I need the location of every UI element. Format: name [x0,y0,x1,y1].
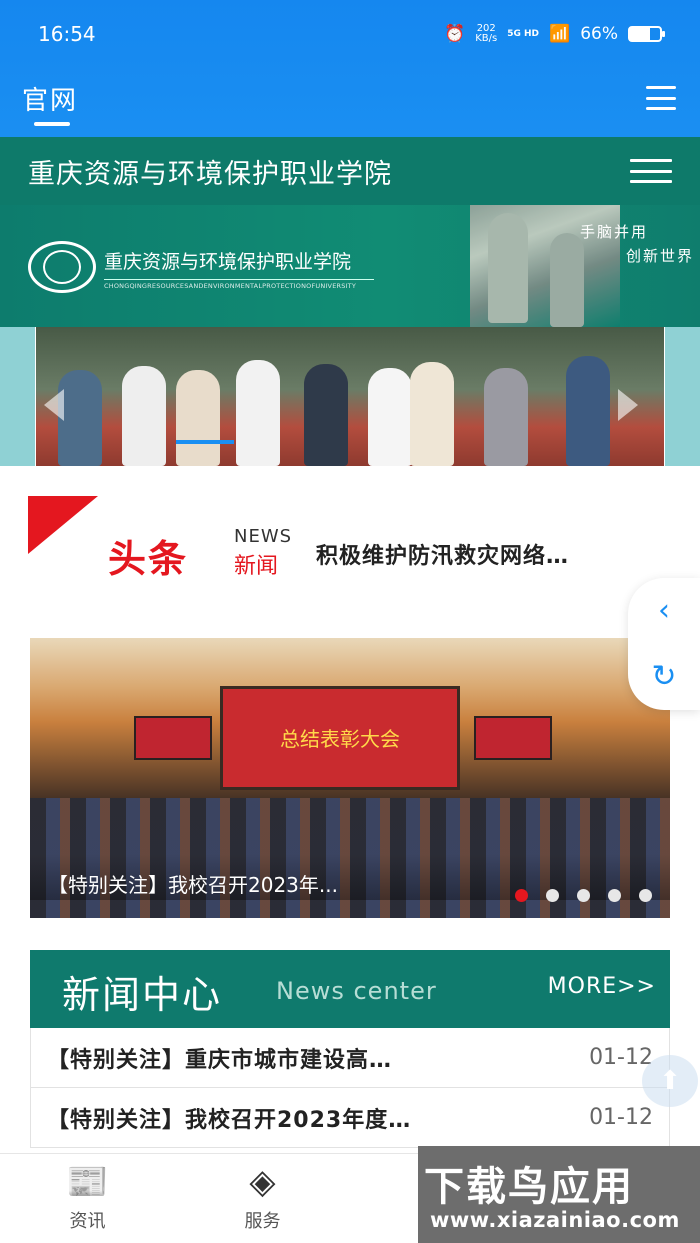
layers-icon: ◈ [249,1161,276,1202]
news-center-title-en: News center [276,977,437,1005]
battery-fill [630,28,650,40]
carousel-dots[interactable] [515,889,652,902]
slogan-line1: 手脑并用 [579,223,648,241]
headline-tag: 头条 [108,537,189,581]
slider-next-icon[interactable] [618,389,638,421]
app-top-bar: 16:54 ⏰ 202 KB/s 5G HD 📶 66% 官网 [0,0,700,137]
refresh-icon[interactable]: ↻ [651,662,676,692]
banner-school-name-en: CHONGQINGRESOURCESANDENVIRONMENTALPROTEC… [104,279,374,290]
nav-label-service: 服务 [244,1210,281,1232]
floating-controls: ‹ ↻ [628,578,700,710]
news-row-title: 【特别关注】重庆市城市建设高… [47,1047,393,1073]
carousel-dot[interactable] [608,889,621,902]
school-banner: 重庆资源与环境保护职业学院 CHONGQINGRESOURCESANDENVIR… [0,205,700,327]
back-icon[interactable]: ‹ [658,596,670,626]
school-logo [28,241,96,293]
headline-tag-cn: 新闻 [234,554,279,579]
slider-indicator [176,440,234,444]
carousel-dot[interactable] [639,889,652,902]
headline-tag-en: NEWS [234,526,293,547]
headline-news[interactable]: 头条 NEWS 新闻 积极维护防汛救灾网络… [28,496,668,581]
news-icon: 📰 [66,1161,109,1202]
news-row-date: 01-12 [589,1045,653,1070]
hero-slider[interactable] [0,327,700,466]
back-to-top-icon[interactable]: ⬆ [642,1055,698,1107]
stage-screen: 总结表彰大会 [220,686,460,790]
wifi-icon: 📶 [549,24,571,44]
news-row[interactable]: 【特别关注】我校召开2023年度… 01-12 [30,1088,670,1148]
hamburger-menu-icon[interactable] [646,86,676,110]
banner-school-name: 重庆资源与环境保护职业学院 [104,251,352,273]
news-list: 【特别关注】重庆市城市建设高… 01-12 【特别关注】我校召开2023年度… 01-… [30,1028,670,1148]
news-row-title: 【特别关注】我校召开2023年度… [47,1107,412,1133]
stage-banner-text: 总结表彰大会 [280,727,400,751]
status-time: 16:54 [38,22,96,46]
carousel-dot[interactable] [515,889,528,902]
news-row[interactable]: 【特别关注】重庆市城市建设高… 01-12 [30,1028,670,1088]
signal-icon: 5G HD [507,29,540,39]
watermark: 下载鸟应用 www.xiazainiao.com [418,1146,700,1243]
right-screen [474,716,552,760]
slider-prev-icon[interactable] [44,389,64,421]
more-link[interactable]: MORE>> [548,974,656,999]
nav-label-news: 资讯 [69,1210,106,1232]
news-row-date: 01-12 [589,1105,653,1130]
tab-official-site[interactable]: 官网 [22,80,78,117]
news-center-header: 新闻中心 News center MORE>> [30,950,670,1028]
slogan-line2: 创新世界 [625,247,694,265]
carousel-caption[interactable]: 【特别关注】我校召开2023年... [48,869,338,898]
red-corner-decoration [28,496,98,554]
alarm-icon: ⏰ [444,24,466,44]
carousel-dot[interactable] [577,889,590,902]
news-center-title: 新闻中心 [62,973,223,1017]
watermark-text: 下载鸟应用 [424,1164,634,1210]
news-carousel[interactable]: 总结表彰大会 【特别关注】我校召开2023年... [30,638,670,918]
active-tab-indicator [34,122,70,126]
students-photo [36,327,664,466]
status-icons: ⏰ 202 KB/s 5G HD 📶 66% [444,23,665,44]
status-bar: 16:54 ⏰ 202 KB/s 5G HD 📶 66% [38,18,665,50]
net-speed: 202 KB/s [475,23,498,44]
headline-text[interactable]: 积极维护防汛救灾网络… [316,538,668,570]
watermark-url: www.xiazainiao.com [430,1208,680,1232]
site-menu-icon[interactable] [630,159,672,183]
nav-item-service[interactable]: ◈ 服务 [175,1154,350,1243]
battery-percent: 66% [580,24,618,44]
left-screen [134,716,212,760]
site-header: 重庆资源与环境保护职业学院 [0,137,700,205]
site-title: 重庆资源与环境保护职业学院 [28,158,392,190]
nav-item-news[interactable]: 📰 资讯 [0,1154,175,1243]
battery-icon [628,26,665,42]
carousel-dot[interactable] [546,889,559,902]
